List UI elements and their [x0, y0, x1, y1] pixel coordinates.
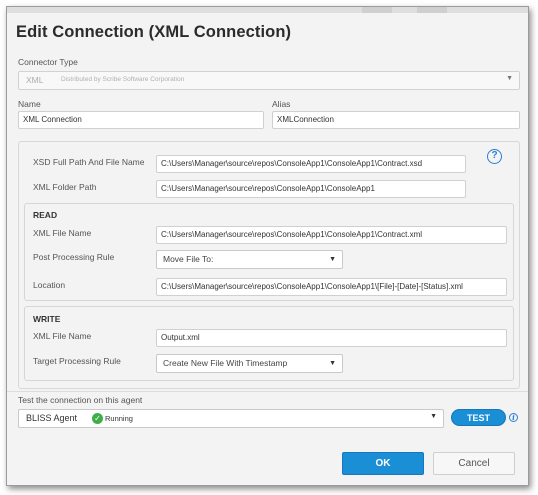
read-section-title: READ — [33, 210, 58, 220]
post-processing-label: Post Processing Rule — [33, 252, 115, 262]
target-processing-value: Create New File With Timestamp — [163, 358, 288, 368]
agent-status: Running — [105, 414, 133, 423]
xml-folder-label: XML Folder Path — [33, 182, 97, 192]
write-section: WRITE XML File Name Output.xml Target Pr… — [24, 306, 514, 381]
xml-folder-input[interactable]: C:\Users\Manager\source\repos\ConsoleApp… — [156, 180, 466, 198]
connector-type-value: XML — [26, 75, 44, 85]
alias-label: Alias — [272, 99, 291, 109]
chevron-down-icon: ▼ — [329, 360, 336, 367]
write-file-label: XML File Name — [33, 331, 92, 341]
info-icon[interactable]: i — [509, 413, 518, 422]
name-input[interactable]: XML Connection — [18, 111, 264, 129]
read-section: READ XML File Name C:\Users\Manager\sour… — [24, 203, 514, 301]
divider — [7, 391, 528, 392]
target-processing-label: Target Processing Rule — [33, 356, 121, 366]
dialog-top-strip — [7, 7, 528, 13]
read-file-label: XML File Name — [33, 228, 92, 238]
top-strip-tab — [362, 7, 392, 13]
chevron-down-icon: ▼ — [506, 75, 513, 82]
location-label: Location — [33, 280, 66, 290]
ok-button[interactable]: OK — [342, 452, 424, 475]
test-button[interactable]: TEST — [451, 409, 506, 426]
location-input[interactable]: C:\Users\Manager\source\repos\ConsoleApp… — [156, 278, 507, 296]
post-processing-select[interactable]: Move File To: ▼ — [156, 250, 343, 269]
top-strip-tab — [417, 7, 447, 13]
dialog-title: Edit Connection (XML Connection) — [16, 23, 292, 41]
test-agent-label: Test the connection on this agent — [18, 395, 143, 405]
connector-publisher: Distributed by Scribe Software Corporati… — [61, 76, 185, 83]
check-circle-icon: ✓ — [92, 413, 103, 424]
post-processing-value: Move File To: — [163, 254, 214, 264]
write-section-title: WRITE — [33, 314, 61, 324]
write-file-input[interactable]: Output.xml — [156, 329, 507, 347]
agent-name: BLISS Agent — [26, 413, 78, 423]
chevron-down-icon: ▼ — [329, 256, 336, 263]
alias-input[interactable]: XMLConnection — [272, 111, 520, 129]
chevron-down-icon: ▼ — [430, 413, 437, 420]
question-circle-icon[interactable]: ? — [487, 149, 502, 164]
edit-connection-dialog: Edit Connection (XML Connection) Connect… — [6, 6, 529, 486]
xsd-path-label: XSD Full Path And File Name — [33, 157, 145, 167]
cancel-button[interactable]: Cancel — [433, 452, 515, 475]
target-processing-select[interactable]: Create New File With Timestamp ▼ — [156, 354, 343, 373]
xsd-path-input[interactable]: C:\Users\Manager\source\repos\ConsoleApp… — [156, 155, 466, 173]
connector-type-label: Connector Type — [18, 57, 78, 67]
name-label: Name — [18, 99, 41, 109]
read-file-input[interactable]: C:\Users\Manager\source\repos\ConsoleApp… — [156, 226, 507, 244]
connector-type-select[interactable]: XML Distributed by Scribe Software Corpo… — [18, 71, 520, 90]
agent-select[interactable]: BLISS Agent ✓ Running ▼ — [18, 409, 444, 428]
connection-settings-panel: XSD Full Path And File Name C:\Users\Man… — [18, 141, 520, 389]
